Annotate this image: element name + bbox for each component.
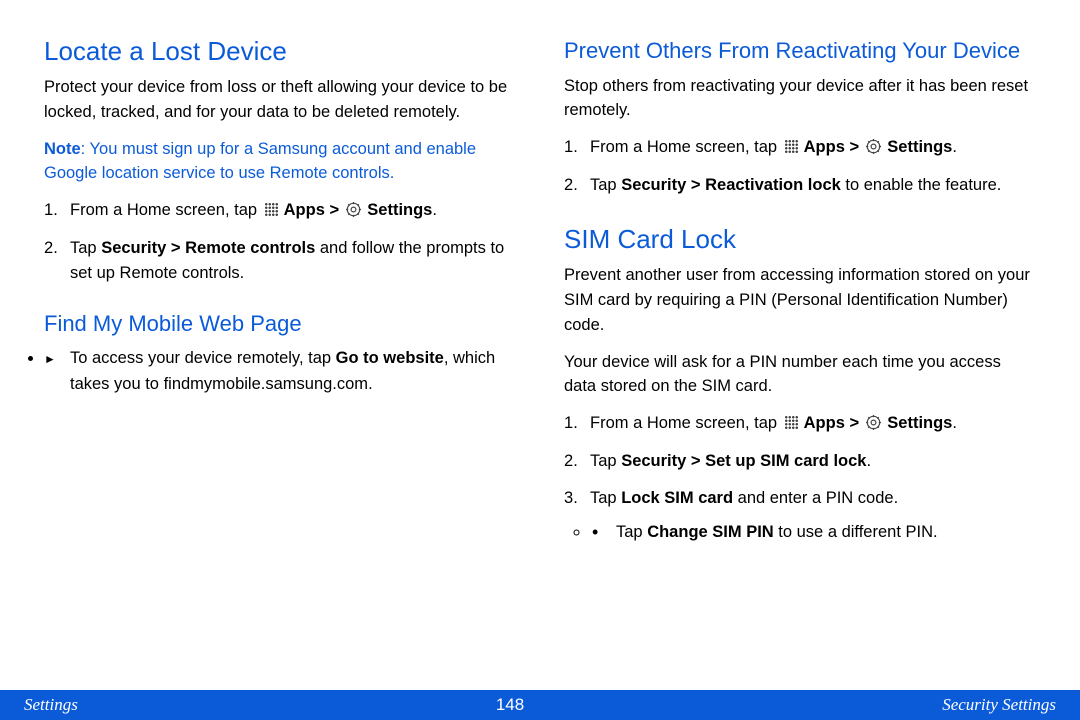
note-body: : You must sign up for a Samsung account… — [44, 140, 476, 183]
lock-sim-card-label: Lock SIM card — [621, 489, 733, 507]
locate-note: Note: You must sign up for a Samsung acc… — [44, 137, 516, 187]
heading-sim-card-lock: SIM Card Lock — [564, 224, 1036, 255]
text: . — [432, 201, 437, 219]
settings-gear-icon — [866, 413, 881, 428]
find-my-mobile-item: To access your device remotely, tap Go t… — [44, 346, 516, 397]
security-setup-sim-lock-label: Security > Set up SIM card lock — [621, 452, 866, 470]
locate-step-1: From a Home screen, tap Apps > Settings. — [44, 198, 516, 224]
locate-intro-text: Protect your device from loss or theft a… — [44, 75, 516, 125]
settings-label: Settings — [883, 138, 953, 156]
sim-lock-intro-2: Your device will ask for a PIN number ea… — [564, 350, 1036, 400]
text: . — [866, 452, 871, 470]
text: . — [952, 138, 957, 156]
text: To access your device remotely, tap — [70, 349, 336, 367]
text: Tap — [590, 176, 621, 194]
sim-step-1: From a Home screen, tap Apps > Settings. — [564, 411, 1036, 437]
sim-sub-item: Tap Change SIM PIN to use a different PI… — [590, 520, 1036, 546]
settings-label: Settings — [363, 201, 433, 219]
apps-grid-icon — [784, 415, 798, 429]
reactivation-steps: From a Home screen, tap Apps > Settings.… — [564, 135, 1036, 198]
footer-page-number: 148 — [496, 695, 524, 715]
heading-locate-lost-device: Locate a Lost Device — [44, 36, 516, 67]
right-column: Prevent Others From Reactivating Your De… — [564, 36, 1036, 680]
text: . — [952, 414, 957, 432]
settings-label: Settings — [883, 414, 953, 432]
heading-prevent-reactivating: Prevent Others From Reactivating Your De… — [564, 36, 1036, 66]
sim-lock-intro-1: Prevent another user from accessing info… — [564, 263, 1036, 337]
sim-lock-steps: From a Home screen, tap Apps > Settings.… — [564, 411, 1036, 545]
locate-steps: From a Home screen, tap Apps > Settings.… — [44, 198, 516, 287]
locate-step-2: Tap Security > Remote controls and follo… — [44, 236, 516, 287]
sim-step-3: Tap Lock SIM card and enter a PIN code. … — [564, 486, 1036, 545]
settings-gear-icon — [346, 200, 361, 215]
text: to use a different PIN. — [774, 523, 938, 541]
text: Tap — [616, 523, 647, 541]
apps-label: Apps > — [800, 138, 864, 156]
page-body: Locate a Lost Device Protect your device… — [0, 0, 1080, 680]
heading-find-my-mobile: Find My Mobile Web Page — [44, 309, 516, 339]
settings-gear-icon — [866, 137, 881, 152]
go-to-website-label: Go to website — [336, 349, 444, 367]
text: to enable the feature. — [841, 176, 1002, 194]
footer-left: Settings — [24, 695, 78, 715]
text: From a Home screen, tap — [590, 138, 782, 156]
text: From a Home screen, tap — [70, 201, 262, 219]
text: . — [368, 375, 373, 393]
reactivation-intro: Stop others from reactivating your devic… — [564, 74, 1036, 124]
note-label: Note — [44, 140, 81, 158]
apps-grid-icon — [264, 202, 278, 216]
apps-label: Apps > — [280, 201, 344, 219]
reactivation-step-2: Tap Security > Reactivation lock to enab… — [564, 173, 1036, 199]
text: From a Home screen, tap — [590, 414, 782, 432]
reactivation-step-1: From a Home screen, tap Apps > Settings. — [564, 135, 1036, 161]
text: and enter a PIN code. — [733, 489, 898, 507]
text: Tap — [70, 239, 101, 257]
sim-step-2: Tap Security > Set up SIM card lock. — [564, 449, 1036, 475]
find-my-mobile-list: To access your device remotely, tap Go t… — [44, 346, 516, 397]
page-footer: Settings 148 Security Settings — [0, 690, 1080, 720]
text: Tap — [590, 452, 621, 470]
findmymobile-url[interactable]: findmymobile.samsung.com — [164, 375, 369, 393]
sim-sub-list: Tap Change SIM PIN to use a different PI… — [590, 520, 1036, 546]
security-remote-controls-label: Security > Remote controls — [101, 239, 315, 257]
change-sim-pin-label: Change SIM PIN — [647, 523, 774, 541]
footer-right: Security Settings — [942, 695, 1056, 715]
left-column: Locate a Lost Device Protect your device… — [44, 36, 516, 680]
apps-grid-icon — [784, 139, 798, 153]
security-reactivation-lock-label: Security > Reactivation lock — [621, 176, 841, 194]
text: Tap — [590, 489, 621, 507]
apps-label: Apps > — [800, 414, 864, 432]
